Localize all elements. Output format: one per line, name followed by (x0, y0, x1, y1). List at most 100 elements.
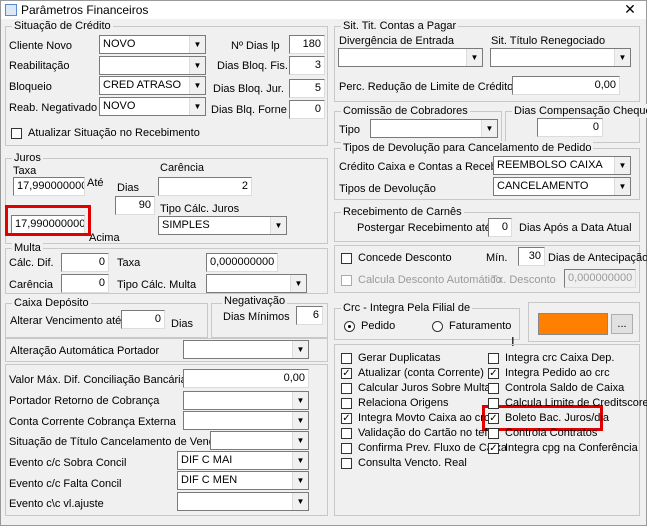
chevron-down-icon: ▼ (290, 275, 306, 292)
portador-retorno-select[interactable]: ▼ (183, 391, 309, 410)
juros-acima-label: Acima (89, 232, 120, 244)
atualizar-situacao-checkbox[interactable]: Atualizar Situação no Recebimento (11, 126, 200, 140)
chevron-down-icon: ▼ (292, 392, 308, 409)
faturamento-radio[interactable]: Faturamento (432, 319, 511, 333)
divergencia-select[interactable]: ▼ (338, 48, 483, 67)
checks_right-checkbox-1[interactable]: ✓ Integra Pedido ao crc (488, 366, 610, 380)
credito-caixa-select[interactable]: REEMBOLSO CAIXA ▼ (493, 156, 631, 175)
checkmark-icon: ✓ (488, 412, 499, 424)
situacao-titulo-select[interactable]: ▼ (210, 431, 309, 450)
juros-dias-input[interactable]: 90 (115, 196, 155, 215)
perc-reducao-input[interactable]: 0,00 (512, 76, 620, 95)
color-swatch[interactable] (538, 313, 608, 335)
dias-lp-input[interactable]: 180 (289, 35, 325, 54)
comissao-tipo-select[interactable]: ▼ (370, 119, 498, 138)
bloqueio-select[interactable]: CRED ATRASO ▼ (99, 76, 206, 95)
desconto-min-input[interactable]: 30 (518, 247, 545, 266)
group-title: Situação de Crédito (12, 19, 113, 33)
calcula-desconto-checkbox[interactable]: Calcula Desconto Automático (341, 273, 502, 287)
checkbox-box (488, 352, 499, 364)
checks_right-checkbox-4[interactable]: ✓ Boleto Bac. Juros/dia (488, 411, 609, 425)
group-title: Recebimento de Carnês (341, 205, 464, 219)
checkmark-icon: ✓ (488, 442, 499, 454)
checkbox-box (488, 397, 499, 409)
renegociado-select[interactable]: ▼ (490, 48, 631, 67)
cliente-novo-label: Cliente Novo (9, 40, 72, 52)
tipo-calc-multa-label: Tipo Cálc. Multa (117, 279, 197, 291)
checkbox-label: Atualizar (conta Corrente) (358, 367, 484, 379)
evento-sobra-select[interactable]: DIF C MAI ▼ (177, 451, 309, 470)
juros-taxa-input[interactable]: 17,990000000 (13, 177, 85, 196)
multa-carencia-input[interactable]: 0 (61, 274, 109, 293)
checkbox-label: Integra Movto Caixa ao crc (358, 412, 490, 424)
financial-parameters-window: Parâmetros Financeiros ✕ Situação de Cré… (0, 0, 647, 526)
conta-corrente-label: Conta Corrente Cobrança Externa (9, 416, 176, 428)
select-value: REEMBOLSO CAIXA (497, 159, 603, 171)
valor-max-input[interactable]: 0,00 (183, 369, 309, 388)
checks_right-checkbox-3[interactable]: Calcula Limite de Creditscore (488, 396, 647, 410)
checks_left-checkbox-2[interactable]: Calcular Juros Sobre Multa (341, 381, 491, 395)
checks_left-checkbox-1[interactable]: ✓ Atualizar (conta Corrente) (341, 366, 484, 380)
conta-corrente-select[interactable]: ▼ (183, 411, 309, 430)
alterar-vencimento-input[interactable]: 0 (121, 310, 165, 329)
checks_left-checkbox-6[interactable]: Confirma Prev. Fluxo de Caixa (341, 441, 507, 455)
portador-retorno-label: Portador Retorno de Cobrança (9, 395, 160, 407)
cliente-novo-select[interactable]: NOVO ▼ (99, 35, 206, 54)
checkbox-box (341, 274, 352, 286)
group-title: Negativação (222, 294, 288, 308)
select-value: SIMPLES (162, 219, 210, 231)
radio-dot (432, 320, 443, 332)
select-value: CANCELAMENTO (497, 180, 589, 192)
chevron-down-icon: ▼ (189, 57, 205, 74)
checkbox-box (341, 352, 352, 364)
tipo-calc-multa-select[interactable]: ▼ (206, 274, 307, 293)
checkbox-label: Confirma Prev. Fluxo de Caixa (358, 442, 507, 454)
chevron-down-icon: ▼ (292, 472, 308, 489)
checks_left-checkbox-5[interactable]: Validação do Cartão no tef (341, 426, 487, 440)
juros-dias-label: Dias (117, 182, 140, 194)
radio-dot (344, 320, 355, 332)
checks_left-checkbox-4[interactable]: ✓ Integra Movto Caixa ao crc (341, 411, 489, 425)
dias-bloq-fis-input[interactable]: 3 (289, 56, 325, 75)
dias-compensacao-input[interactable]: 0 (537, 118, 603, 137)
comissao-tipo-label: Tipo (339, 124, 360, 136)
checkmark-icon: ✓ (341, 412, 352, 424)
radio-label: Faturamento (449, 320, 512, 332)
checkbox-label: Calcula Limite de Creditscore (505, 397, 647, 409)
tx-desconto-input[interactable]: 0,000000000 (564, 269, 636, 288)
multa-taxa-input[interactable]: 0,000000000 (206, 253, 278, 272)
reab-negativado-select[interactable]: NOVO ▼ (99, 97, 206, 116)
checks_right-checkbox-2[interactable]: Controla Saldo de Caixa (488, 381, 624, 395)
calc-dif-input[interactable]: 0 (61, 253, 109, 272)
checkbox-label: Integra Pedido ao crc (505, 367, 610, 379)
checkbox-label: Boleto Bac. Juros/dia (505, 412, 609, 424)
reabilitacao-select[interactable]: ▼ (99, 56, 206, 75)
checks_right-checkbox-6[interactable]: ✓ Integra cpg na Conferência (488, 441, 638, 455)
checkmark-icon: ✓ (341, 367, 352, 379)
alteracao-portador-select[interactable]: ▼ (183, 340, 309, 359)
checks_left-checkbox-0[interactable]: Gerar Duplicatas (341, 351, 441, 365)
multa-carencia-label: Carência (9, 279, 54, 291)
dias-blq-forne-input[interactable]: 0 (289, 100, 325, 119)
tipo-calc-juros-select[interactable]: SIMPLES ▼ (158, 216, 287, 235)
dias-minimos-input[interactable]: 6 (296, 306, 323, 325)
postergar-input[interactable]: 0 (488, 218, 512, 237)
valor-max-label: Valor Máx. Dif. Conciliação Bancária (9, 374, 187, 386)
evento-falta-select[interactable]: DIF C MEN ▼ (177, 471, 309, 490)
color-picker-button[interactable]: ... (611, 314, 633, 334)
checks_right-checkbox-5[interactable]: Controla Contratos (488, 426, 597, 440)
group-title: Dias Compensação Cheque (512, 104, 647, 118)
dias-bloq-jur-input[interactable]: 5 (289, 79, 325, 98)
checks_right-checkbox-0[interactable]: Integra crc Caixa Dep. (488, 351, 614, 365)
juros-carencia-input[interactable]: 2 (158, 177, 252, 196)
checkbox-box (341, 382, 352, 394)
select-value: CRED ATRASO (103, 79, 182, 91)
evento-ajuste-select[interactable]: ▼ (177, 492, 309, 511)
pedido-radio[interactable]: Pedido (344, 319, 395, 333)
close-icon[interactable]: ✕ (620, 1, 640, 19)
tipos-devolucao-select[interactable]: CANCELAMENTO ▼ (493, 177, 631, 196)
checks_left-checkbox-7[interactable]: Consulta Vencto. Real (341, 456, 467, 470)
checkbox-box (341, 427, 352, 439)
concede-desconto-checkbox[interactable]: Concede Desconto (341, 251, 452, 265)
checks_left-checkbox-3[interactable]: Relaciona Origens (341, 396, 449, 410)
